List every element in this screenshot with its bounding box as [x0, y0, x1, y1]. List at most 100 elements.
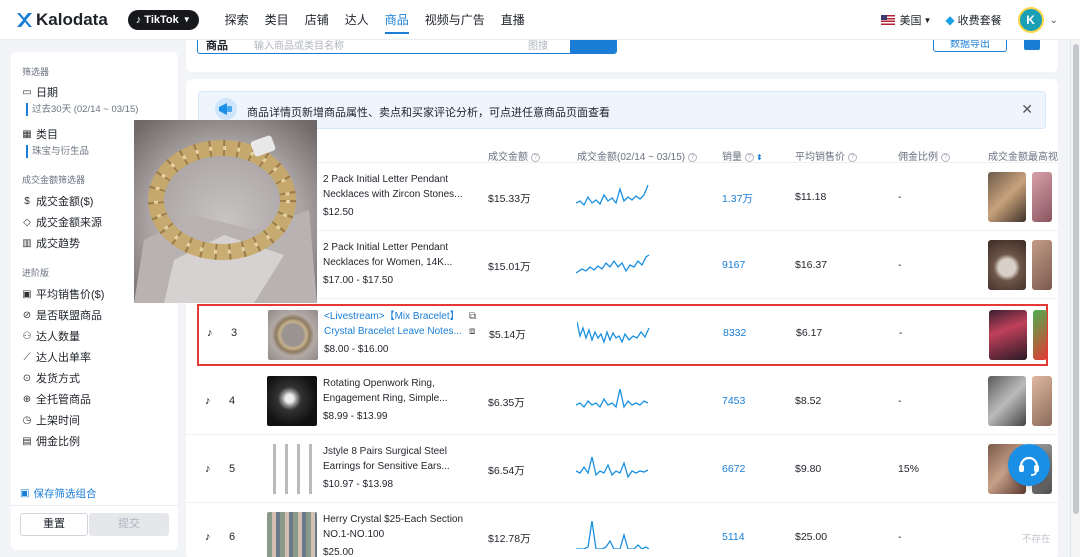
page-scrollbar[interactable] [1070, 40, 1080, 557]
submit-button[interactable]: 提交 [89, 513, 169, 536]
logo-text: Kalodata [36, 9, 108, 29]
header-gmv[interactable]: 成交金额? [488, 148, 540, 163]
sales-value[interactable]: 1.37万 [722, 191, 753, 206]
filter-fully-managed[interactable]: ⊕ 全托管商品 [22, 391, 91, 407]
rank: 6 [229, 531, 236, 543]
filter-gmv-label: 成交金额($) [36, 196, 94, 208]
header-sales[interactable]: 销量? ⬍ [722, 148, 763, 163]
filter-gmv-source[interactable]: ◇ 成交金额来源 [22, 214, 102, 230]
gmv-value: $5.14万 [489, 329, 526, 341]
platform-selector[interactable]: ♪ TikTok ▼ [127, 9, 199, 30]
sales-value[interactable]: 6672 [722, 463, 745, 475]
commission-value: - [898, 395, 902, 407]
table-row[interactable]: ♪ 5 Jstyle 8 Pairs Surgical Steel Earrin… [186, 435, 1058, 503]
filter-fully-managed-label: 全托管商品 [36, 394, 91, 406]
filter-commission[interactable]: ▤ 佣金比例 [22, 433, 80, 449]
sales-value[interactable]: 5114 [722, 531, 745, 543]
filter-gmv-source-label: 成交金额来源 [36, 217, 102, 229]
sales-value[interactable]: 8332 [723, 327, 746, 339]
filter-affiliate[interactable]: ⊘ 是否联盟商品 [22, 307, 102, 323]
save-filter-combo[interactable]: ▣ 保存筛选组合 [20, 486, 96, 501]
video-thumbnail[interactable] [1032, 172, 1052, 222]
nav-item-creators[interactable]: 达人 [345, 0, 369, 40]
copy-icon[interactable]: ⧉ [469, 311, 476, 322]
product-thumbnail[interactable] [268, 310, 318, 360]
product-thumbnail[interactable] [267, 512, 317, 557]
scrollbar-thumb[interactable] [1073, 44, 1079, 514]
nav-item-videos-ads[interactable]: 视频与广告 [425, 0, 485, 40]
country-selector[interactable]: 美国 [899, 12, 921, 28]
avatar[interactable]: K [1017, 7, 1044, 33]
link-icon: ⊘ [22, 309, 32, 321]
kalodata-logo[interactable]: Kalodata [16, 10, 108, 30]
no-content-label: 不存在 [1022, 534, 1051, 545]
pricing-link[interactable]: 收费套餐 [958, 12, 1002, 28]
product-name[interactable]: 2 Pack Initial Letter Pendant Necklaces … [323, 240, 465, 270]
megaphone-icon [215, 98, 237, 120]
sales-value[interactable]: 7453 [722, 395, 745, 407]
date-value[interactable]: 过去30天 (02/14 ~ 03/15) [26, 103, 138, 116]
product-name[interactable]: 2 Pack Initial Letter Pendant Necklaces … [323, 172, 465, 202]
video-thumbnail[interactable] [1032, 240, 1052, 290]
video-thumbnail[interactable] [988, 376, 1026, 426]
filter-avg-price[interactable]: ▣ 平均销售价($) [22, 286, 104, 302]
kalodata-logo-icon [17, 12, 32, 27]
product-name[interactable]: Jstyle 8 Pairs Surgical Steel Earrings f… [323, 444, 465, 474]
help-icon[interactable]: ? [745, 152, 754, 162]
video-thumbnail[interactable] [989, 310, 1027, 360]
help-icon[interactable]: ? [848, 152, 857, 162]
table-row[interactable]: ♪ 4 Rotating Openwork Ring, Engagement R… [186, 367, 1058, 435]
table-row-highlighted[interactable]: ♪ 3 <Livestream>【Mix Bracelet】 Crystal B… [197, 304, 1048, 366]
filter-creator-count-label: 达人数量 [36, 331, 80, 343]
sales-value[interactable]: 9167 [722, 259, 745, 271]
header-avg-price[interactable]: 平均销售价? [795, 148, 857, 163]
globe-icon: ⊕ [22, 393, 32, 405]
help-icon[interactable]: ? [688, 152, 698, 162]
filter-listing-time[interactable]: ◷ 上架时间 [22, 412, 80, 428]
sort-icon[interactable]: ⬍ [756, 153, 763, 162]
gmv-value: $15.01万 [488, 261, 531, 273]
price-tag-icon: ▣ [22, 288, 32, 300]
chevron-down-icon: ▼ [923, 15, 932, 25]
nav-item-livestream[interactable]: 直播 [501, 0, 525, 40]
customer-support-button[interactable] [1008, 444, 1050, 486]
help-icon[interactable]: ? [941, 152, 950, 162]
video-thumbnail[interactable] [988, 240, 1026, 290]
nav-item-explore[interactable]: 探索 [225, 0, 249, 40]
product-name[interactable]: Herry Crystal $25-Each Section NO.1-NO.1… [323, 512, 465, 542]
top-nav: Kalodata ♪ TikTok ▼ 探索 类目 店铺 达人 商品 视频与广告… [0, 0, 1080, 40]
help-icon[interactable]: ? [531, 152, 540, 162]
filter-avg-price-label: 平均销售价($) [36, 289, 105, 301]
filter-shipping[interactable]: ⊙ 发货方式 [22, 370, 80, 386]
video-thumbnail[interactable] [988, 172, 1026, 222]
table-row[interactable]: ♪ 6 Herry Crystal $25-Each Section NO.1-… [186, 503, 1058, 557]
filter-creator-count[interactable]: ⚇ 达人数量 [22, 328, 80, 344]
nav-item-products[interactable]: 商品 [384, 0, 409, 40]
filter-trend[interactable]: ▥ 成交趋势 [22, 235, 80, 251]
chevron-down-icon[interactable]: ⌄ [1050, 15, 1058, 26]
video-thumbnail[interactable] [1033, 310, 1047, 360]
product-thumbnail[interactable] [267, 376, 317, 426]
translate-icon[interactable]: ⧈ [469, 326, 475, 337]
filter-category[interactable]: ▦ 类目 [22, 126, 58, 142]
category-value[interactable]: 珠宝与衍生品 [26, 145, 89, 158]
commission-value: - [899, 327, 903, 339]
product-name[interactable]: <Livestream>【Mix Bracelet】 Crystal Brace… [324, 309, 466, 339]
header-commission[interactable]: 佣金比例? [898, 148, 950, 163]
save-filter-combo-label: 保存筛选组合 [33, 488, 97, 500]
close-icon[interactable]: ✕ [1021, 101, 1033, 118]
nav-item-category[interactable]: 类目 [265, 0, 289, 40]
product-price: $8.00 - $16.00 [324, 344, 389, 355]
filter-creator-rate[interactable]: ⟋ 达人出单率 [22, 349, 92, 365]
product-thumbnail[interactable] [267, 444, 317, 494]
product-name[interactable]: Rotating Openwork Ring, Engagement Ring,… [323, 376, 465, 406]
main-nav: 探索 类目 店铺 达人 商品 视频与广告 直播 [217, 0, 533, 40]
calendar-icon: ▭ [22, 86, 32, 98]
filter-gmv[interactable]: $ 成交金额($) [22, 193, 93, 209]
video-thumbnail[interactable] [1032, 376, 1052, 426]
reset-button[interactable]: 重置 [20, 513, 88, 536]
nav-item-shops[interactable]: 店铺 [305, 0, 329, 40]
us-flag-icon [881, 15, 896, 25]
filter-date[interactable]: ▭ 日期 [22, 84, 58, 100]
trend-sparkline [576, 456, 649, 479]
